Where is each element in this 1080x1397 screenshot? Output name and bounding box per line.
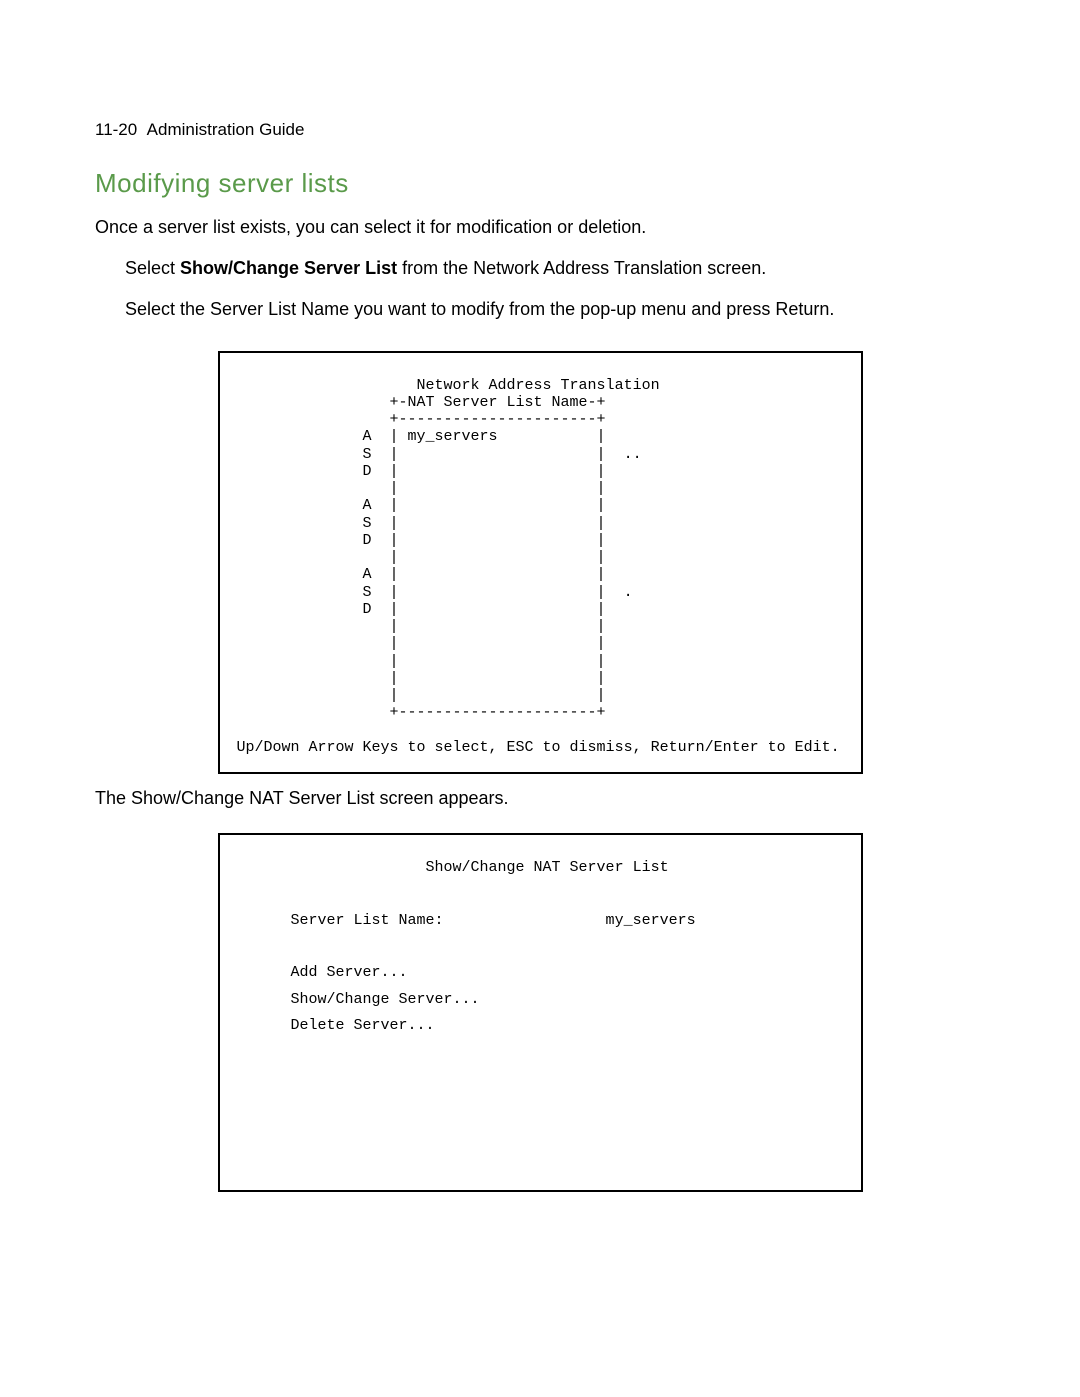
terminal-screen-2: Show/Change NAT Server List Server List …	[218, 833, 863, 1192]
step1-pre: Select	[125, 258, 180, 278]
step-2: Select the Server List Name you want to …	[125, 297, 985, 322]
doc-title: Administration Guide	[147, 120, 305, 139]
after-box1-text: The Show/Change NAT Server List screen a…	[95, 786, 985, 811]
step1-command: Show/Change Server List	[180, 258, 397, 278]
document-page: 11-20 Administration Guide Modifying ser…	[0, 0, 1080, 1252]
page-number: 11-20	[95, 120, 137, 139]
terminal-screen-1: Network Address Translation +-NAT Server…	[218, 351, 863, 775]
step-1: Select Show/Change Server List from the …	[125, 256, 985, 281]
intro-paragraph: Once a server list exists, you can selec…	[95, 215, 985, 240]
page-header: 11-20 Administration Guide	[95, 120, 985, 140]
section-heading: Modifying server lists	[95, 168, 985, 199]
step1-post: from the Network Address Translation scr…	[397, 258, 766, 278]
